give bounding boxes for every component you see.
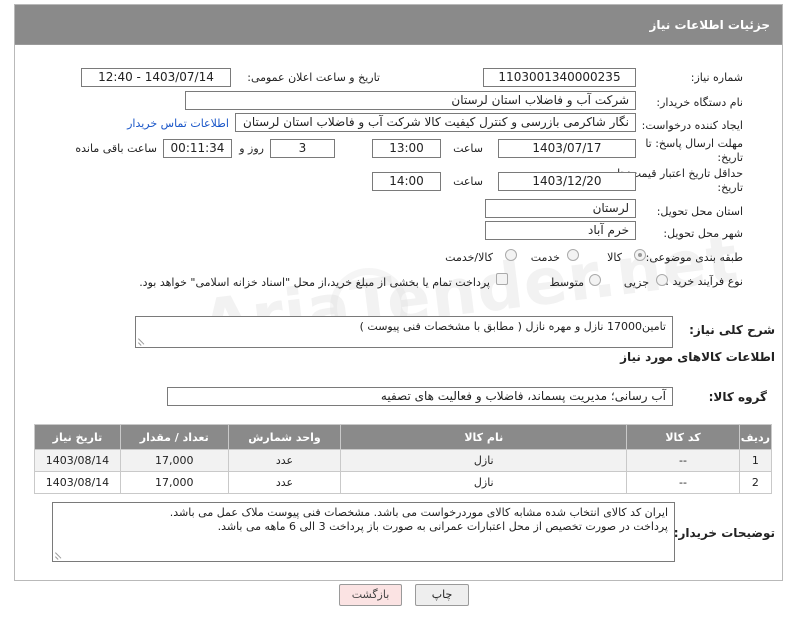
announce-label: تاریخ و ساعت اعلان عمومی:: [247, 71, 380, 84]
cell-code: --: [626, 449, 740, 472]
summary-label: شرح کلی نیاز:: [689, 323, 775, 337]
col-qty-header: تعداد / مقدار: [119, 424, 229, 450]
buyer-notes-line-2: پرداخت در صورت تخصیص از محل اعتبارات عمر…: [217, 520, 668, 533]
reply-deadline-label: مهلت ارسال پاسخ: تا تاریخ:: [645, 137, 743, 164]
cell-date: 1403/08/14: [34, 449, 121, 472]
reply-date-field[interactable]: 1403/07/17: [498, 139, 636, 158]
buyer-notes-field[interactable]: ایران کد کالای انتخاب شده مشابه کالای مو…: [52, 502, 675, 562]
category-goods-label: کالا: [607, 251, 622, 264]
category-service-label: خدمت: [530, 251, 560, 264]
resize-grip-icon[interactable]: [138, 337, 146, 345]
creator-field[interactable]: نگار شاکرمی بازرسی و کنترل کیفیت کالا شر…: [235, 113, 636, 132]
process-label: نوع فرآیند خرید :: [665, 275, 743, 288]
announce-field[interactable]: 1403/07/14 - 12:40: [81, 68, 231, 87]
need-number-field[interactable]: 1103001340000235: [483, 68, 636, 87]
category-label: طبقه بندی موضوعی:: [645, 251, 743, 264]
province-label: استان محل تحویل:: [656, 205, 743, 218]
price-time-label: ساعت: [453, 175, 483, 188]
back-button[interactable]: بازگشت: [339, 584, 402, 606]
need-number-label: شماره نیاز:: [690, 71, 743, 84]
reply-time-label: ساعت: [453, 142, 483, 155]
col-date-header: تاریخ نیاز: [34, 424, 121, 450]
process-medium-radio[interactable]: [589, 274, 601, 286]
city-field[interactable]: خرم آباد: [485, 221, 636, 240]
creator-label: ایجاد کننده درخواست:: [641, 119, 743, 132]
summary-text: تامین17000 نازل و مهره نازل ( مطابق با م…: [359, 320, 666, 333]
resize-grip-icon[interactable]: [55, 551, 63, 559]
print-button[interactable]: چاپ: [415, 584, 469, 606]
days-label: روز و: [239, 142, 264, 155]
category-both-label: کالا/خدمت: [445, 251, 493, 264]
treasury-payment-checkbox[interactable]: [496, 273, 508, 285]
price-time-field[interactable]: 14:00: [372, 172, 441, 191]
treasury-payment-note: پرداخت تمام یا بخشی از مبلغ خرید،از محل …: [139, 276, 490, 289]
cell-date: 1403/08/14: [34, 471, 121, 494]
buyer-org-field[interactable]: شرکت آب و فاضلاب استان لرستان: [185, 91, 636, 110]
summary-field[interactable]: تامین17000 نازل و مهره نازل ( مطابق با م…: [135, 316, 673, 348]
cell-qty: 17,000: [119, 449, 229, 472]
days-field[interactable]: 3: [270, 139, 335, 158]
remaining-time-field[interactable]: 00:11:34: [163, 139, 232, 158]
category-goods-radio[interactable]: [634, 249, 646, 261]
goods-table: ردیف کد کالا نام کالا واحد شمارش تعداد /…: [34, 424, 773, 494]
col-unit-header: واحد شمارش: [227, 424, 342, 450]
cell-code: --: [626, 471, 740, 494]
price-date-field[interactable]: 1403/12/20: [498, 172, 636, 191]
process-minor-radio[interactable]: [656, 274, 668, 286]
buyer-org-label: نام دستگاه خریدار:: [656, 96, 743, 109]
reply-time-field[interactable]: 13:00: [372, 139, 441, 158]
cell-name: نازل: [340, 471, 628, 494]
cell-qty: 17,000: [119, 471, 229, 494]
cell-row: 1: [738, 449, 773, 472]
panel-header: جزئیات اطلاعات نیاز: [15, 5, 782, 45]
goods-group-field[interactable]: آب رسانی؛ مدیریت پسماند، فاضلاب و فعالیت…: [167, 387, 673, 406]
goods-group-label: گروه کالا:: [708, 390, 767, 404]
remaining-label: ساعت باقی مانده: [75, 142, 157, 155]
cell-unit: عدد: [227, 471, 342, 494]
province-field[interactable]: لرستان: [485, 199, 636, 218]
buyer-contact-link[interactable]: اطلاعات تماس خریدار: [127, 117, 229, 130]
city-label: شهر محل تحویل:: [663, 227, 743, 240]
cell-row: 2: [738, 471, 773, 494]
buyer-notes-line-1: ایران کد کالای انتخاب شده مشابه کالای مو…: [169, 506, 668, 519]
col-row-header: ردیف: [738, 424, 773, 450]
goods-info-title: اطلاعات کالاهای مورد نیاز: [620, 350, 775, 364]
category-service-radio[interactable]: [567, 249, 579, 261]
buyer-notes-label: توضیحات خریدار:: [673, 526, 775, 540]
table-header-row: ردیف کد کالا نام کالا واحد شمارش تعداد /…: [34, 424, 773, 450]
category-both-radio[interactable]: [505, 249, 517, 261]
cell-name: نازل: [340, 449, 628, 472]
col-name-header: نام کالا: [340, 424, 628, 450]
table-row[interactable]: 1 -- نازل عدد 17,000 1403/08/14: [34, 449, 773, 472]
process-medium-label: متوسط: [549, 276, 584, 289]
col-code-header: کد کالا: [626, 424, 740, 450]
table-row[interactable]: 2 -- نازل عدد 17,000 1403/08/14: [34, 471, 773, 494]
cell-unit: عدد: [227, 449, 342, 472]
process-minor-label: جزیی: [623, 276, 649, 289]
page-title: جزئیات اطلاعات نیاز: [649, 18, 770, 32]
